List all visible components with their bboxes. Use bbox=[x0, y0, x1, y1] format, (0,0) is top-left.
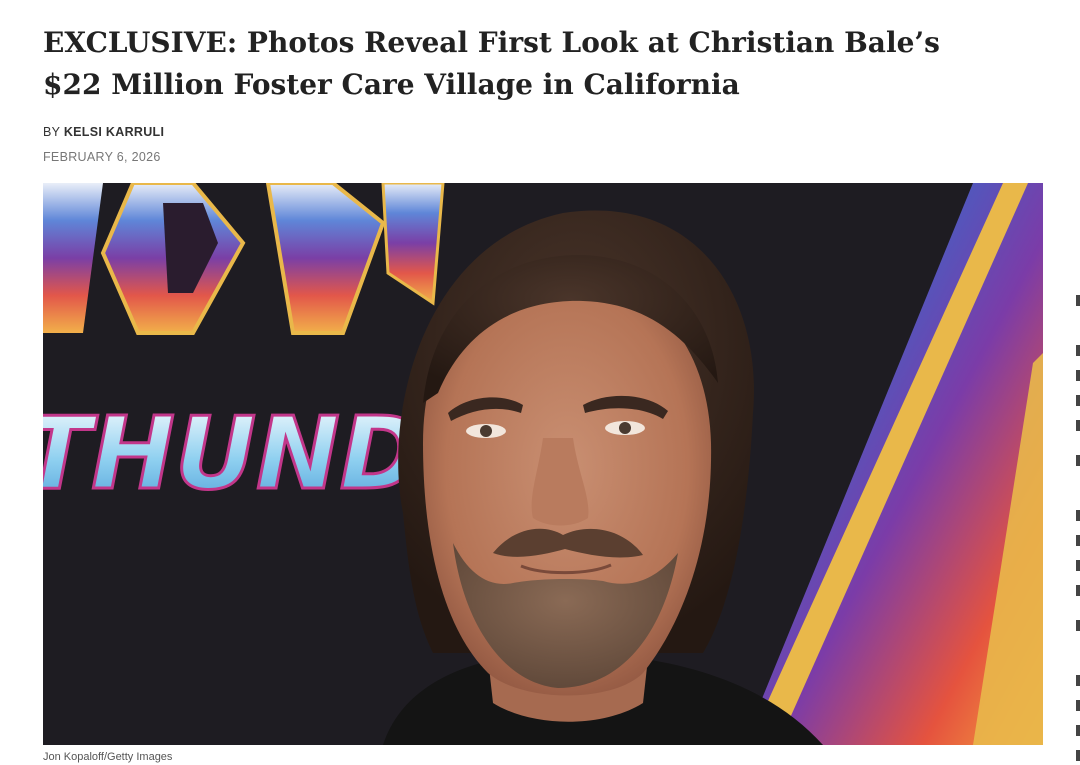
sidebar-edge bbox=[1074, 295, 1080, 765]
publish-date: FEBRUARY 6, 2026 bbox=[43, 150, 161, 164]
byline-prefix: BY bbox=[43, 125, 61, 139]
photo-credit: Jon Kopaloff/Getty Images bbox=[43, 751, 173, 763]
byline: BY KELSI KARRULI bbox=[43, 125, 1043, 139]
hero-image[interactable]: THUNDER bbox=[43, 183, 1043, 745]
article-headline: EXCLUSIVE: Photos Reveal First Look at C… bbox=[43, 26, 940, 101]
author-link[interactable]: KELSI KARRULI bbox=[64, 125, 164, 139]
article: EXCLUSIVE: Photos Reveal First Look at C… bbox=[43, 0, 1043, 164]
hero-photo: THUNDER bbox=[43, 183, 1043, 745]
